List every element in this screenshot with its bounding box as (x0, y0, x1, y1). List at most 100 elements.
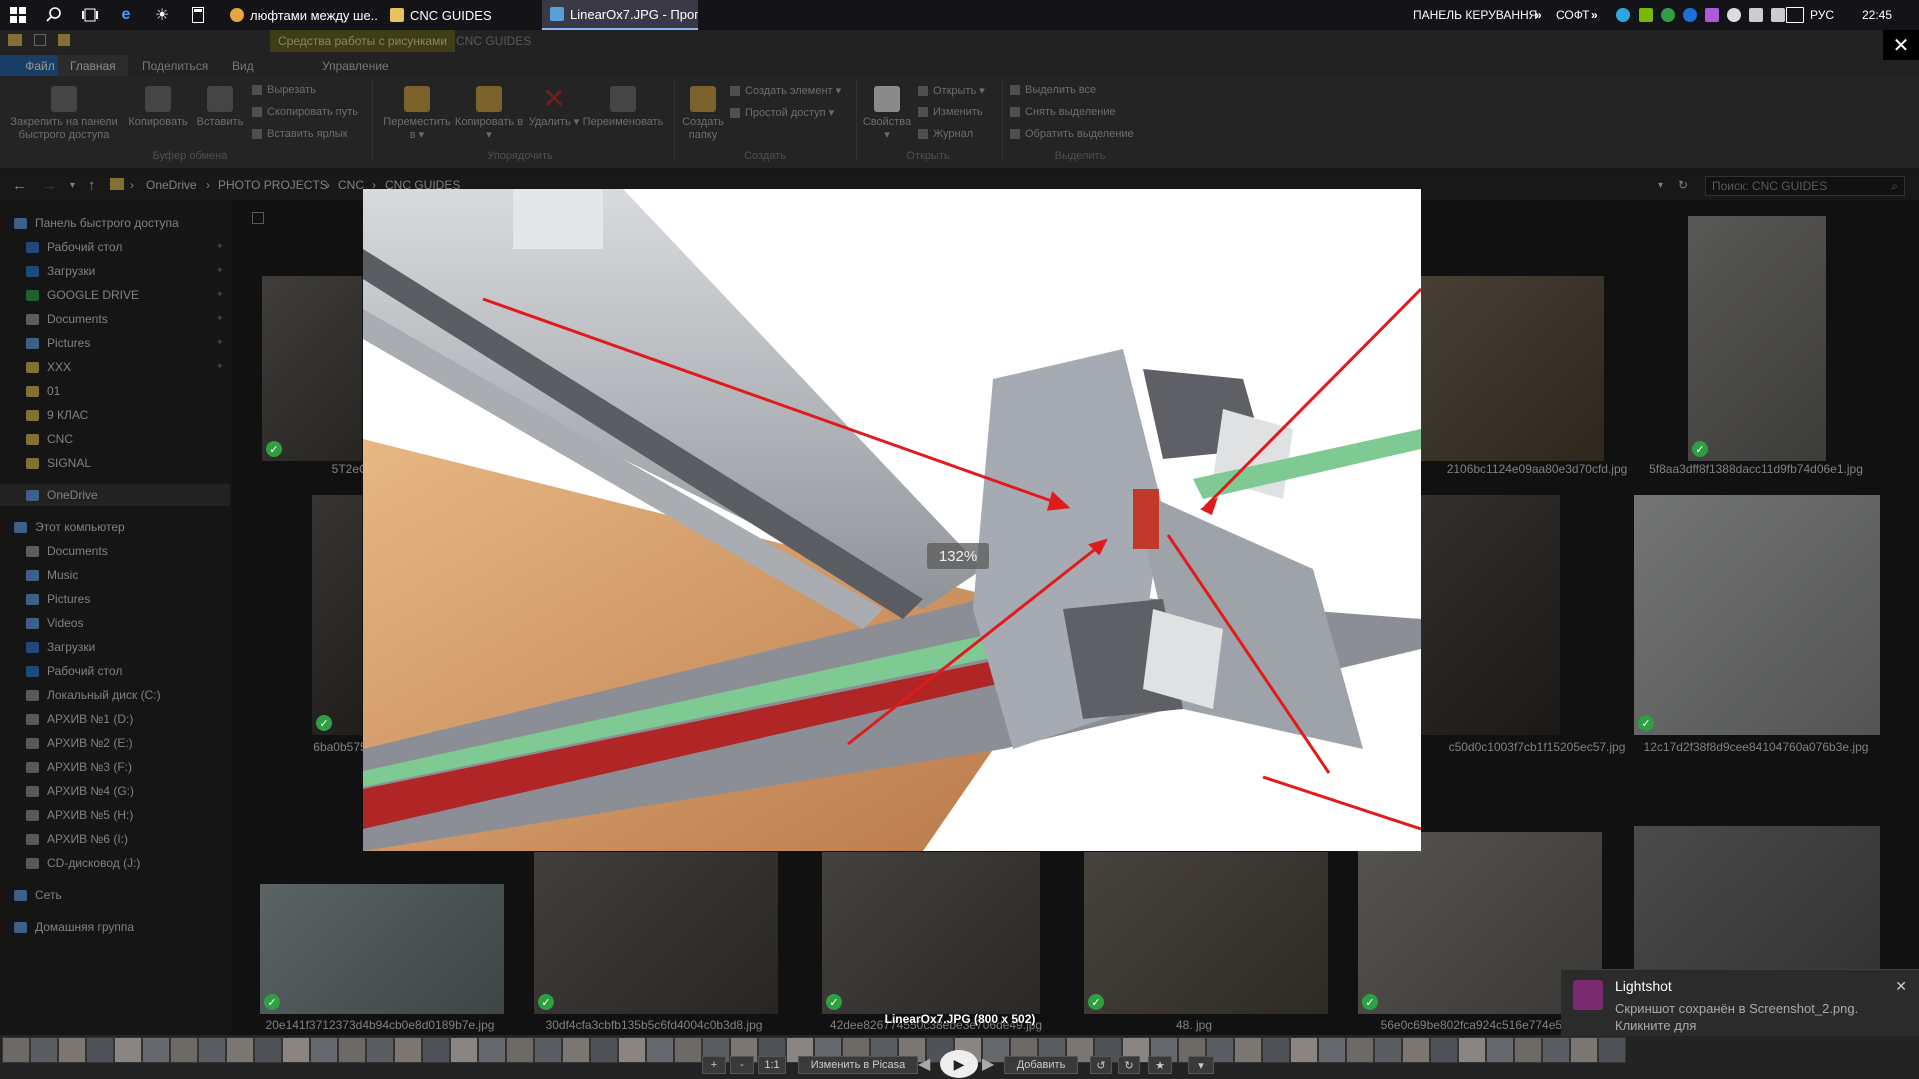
filmstrip-thumbnail[interactable] (1542, 1037, 1570, 1063)
taskbar-task-explorer[interactable]: CNC GUIDES (382, 0, 538, 30)
filmstrip-thumbnail[interactable] (1570, 1037, 1598, 1063)
lightshot-notification[interactable]: Lightshot Скриншот сохранён в Screenshot… (1561, 969, 1919, 1036)
filmstrip-thumbnail[interactable] (1318, 1037, 1346, 1063)
sync-status-check-icon: ✓ (1638, 715, 1654, 731)
notification-close-button[interactable]: ✕ (1895, 978, 1907, 995)
nvidia-icon[interactable] (1639, 8, 1653, 22)
filmstrip-thumbnail[interactable] (478, 1037, 506, 1063)
volume-icon[interactable] (1771, 8, 1785, 22)
input-language[interactable]: РУС (1810, 0, 1834, 30)
play-slideshow-button[interactable]: ▶ (940, 1050, 978, 1078)
filmstrip-thumbnail[interactable] (1262, 1037, 1290, 1063)
sync-status-check-icon: ✓ (826, 994, 842, 1010)
filmstrip-thumbnail[interactable] (450, 1037, 478, 1063)
filmstrip-thumbnail[interactable] (1234, 1037, 1262, 1063)
filmstrip-thumbnail[interactable] (142, 1037, 170, 1063)
filmstrip-thumbnail[interactable] (114, 1037, 142, 1063)
lightshot-tray-icon[interactable] (1705, 8, 1719, 22)
toolbar-chevron-2[interactable]: » (1591, 0, 1598, 30)
filmstrip-thumbnail[interactable] (1290, 1037, 1318, 1063)
more-options-button[interactable]: ▾ (1188, 1056, 1214, 1074)
filmstrip-thumbnail[interactable] (310, 1037, 338, 1063)
taskbar-task-picasa[interactable]: LinearOx7.JPG - Прог... (542, 0, 698, 30)
filmstrip-thumbnail[interactable] (1514, 1037, 1542, 1063)
notification-message: Скриншот сохранён в Screenshot_2.png. Кл… (1615, 1001, 1859, 1033)
filmstrip-thumbnail[interactable] (58, 1037, 86, 1063)
folder-icon (390, 8, 404, 22)
actual-size-button[interactable]: 1:1 (758, 1056, 786, 1074)
network-icon[interactable] (1749, 8, 1763, 22)
filmstrip-thumbnail[interactable] (618, 1037, 646, 1063)
brightness-icon[interactable]: ☀ (144, 0, 180, 30)
filmstrip-thumbnail[interactable] (170, 1037, 198, 1063)
task-label: люфтами между ше... (250, 7, 378, 23)
filmstrip-thumbnail[interactable] (506, 1037, 534, 1063)
filmstrip-thumbnail[interactable] (30, 1037, 58, 1063)
previous-arrow-icon[interactable]: ◀ (918, 1054, 930, 1074)
filmstrip-thumbnail[interactable] (2, 1037, 30, 1063)
filmstrip-thumbnail[interactable] (198, 1037, 226, 1063)
skype-icon[interactable] (1616, 8, 1630, 22)
filmstrip-thumbnail[interactable] (1402, 1037, 1430, 1063)
photo-viewer-image[interactable] (363, 189, 1421, 851)
sync-status-check-icon: ✓ (316, 715, 332, 731)
filmstrip-thumbnail[interactable] (1346, 1037, 1374, 1063)
task-label: LinearOx7.JPG - Прог... (570, 6, 698, 22)
sync-status-check-icon: ✓ (266, 441, 282, 457)
filmstrip-thumbnail[interactable] (282, 1037, 310, 1063)
filmstrip-thumbnail[interactable] (646, 1037, 674, 1063)
tray-app-icon[interactable] (1661, 8, 1675, 22)
filmstrip-thumbnail[interactable] (1486, 1037, 1514, 1063)
close-viewer-button[interactable]: ✕ (1883, 30, 1919, 60)
zoom-level-indicator: 132% (927, 543, 989, 569)
next-arrow-icon[interactable]: ▶ (982, 1054, 994, 1074)
task-view-icon[interactable] (72, 0, 108, 30)
taskbar: e ☀ люфтами между ше... CNC GUIDES Linea… (0, 0, 1919, 30)
sync-status-check-icon: ✓ (264, 994, 280, 1010)
sync-status-check-icon: ✓ (1692, 441, 1708, 457)
filmstrip-thumbnail[interactable] (338, 1037, 366, 1063)
cnc-render-image (363, 189, 1421, 851)
clock[interactable]: 22:45 (1862, 0, 1892, 30)
rotate-left-icon[interactable]: ↺ (1090, 1056, 1112, 1074)
filmstrip-thumbnail[interactable] (86, 1037, 114, 1063)
filmstrip-thumbnail[interactable] (1458, 1037, 1486, 1063)
sync-status-check-icon: ✓ (538, 994, 554, 1010)
toolbar-chevron[interactable]: » (1535, 0, 1542, 30)
taskbar-task-chrome[interactable]: люфтами между ше... (222, 0, 378, 30)
zoom-in-button[interactable]: + (702, 1056, 726, 1074)
filmstrip-thumbnail[interactable] (590, 1037, 618, 1063)
filmstrip-thumbnail[interactable] (1430, 1037, 1458, 1063)
filmstrip-thumbnail[interactable] (1598, 1037, 1626, 1063)
sync-status-check-icon: ✓ (1362, 994, 1378, 1010)
edit-in-picasa-button[interactable]: Изменить в Picasa (798, 1056, 918, 1074)
star-button[interactable]: ★ (1148, 1056, 1172, 1074)
filmstrip-thumbnail[interactable] (562, 1037, 590, 1063)
filmstrip-thumbnail[interactable] (366, 1037, 394, 1063)
lightshot-logo-icon (1573, 980, 1603, 1010)
filmstrip-thumbnail[interactable] (1374, 1037, 1402, 1063)
tray-sync-icon[interactable] (1683, 8, 1697, 22)
filmstrip-thumbnail[interactable] (254, 1037, 282, 1063)
cloud-icon[interactable] (1727, 8, 1741, 22)
sync-status-check-icon: ✓ (1088, 994, 1104, 1010)
action-center-icon[interactable] (1786, 7, 1804, 23)
image-caption: LinearOx7.JPG (800 x 502) (884, 1012, 1036, 1026)
toolbar-panel-label[interactable]: ПАНЕЛЬ КЕРУВАННЯ (1413, 0, 1537, 30)
toolbar-soft-label[interactable]: СОФТ (1556, 0, 1590, 30)
search-icon[interactable] (36, 0, 72, 30)
task-label: CNC GUIDES (410, 7, 492, 23)
zoom-out-button[interactable]: - (730, 1056, 754, 1074)
filmstrip-thumbnail[interactable] (422, 1037, 450, 1063)
filmstrip-thumbnail[interactable] (394, 1037, 422, 1063)
image-viewer-icon (550, 7, 564, 21)
start-windows-icon[interactable] (0, 0, 36, 30)
chrome-icon (230, 8, 244, 22)
edge-icon[interactable]: e (108, 0, 144, 30)
filmstrip-thumbnail[interactable] (534, 1037, 562, 1063)
rotate-right-icon[interactable]: ↻ (1118, 1056, 1140, 1074)
calculator-icon[interactable] (180, 0, 216, 30)
add-button[interactable]: Добавить (1004, 1056, 1078, 1074)
filmstrip-thumbnail[interactable] (226, 1037, 254, 1063)
filmstrip-thumbnail[interactable] (674, 1037, 702, 1063)
